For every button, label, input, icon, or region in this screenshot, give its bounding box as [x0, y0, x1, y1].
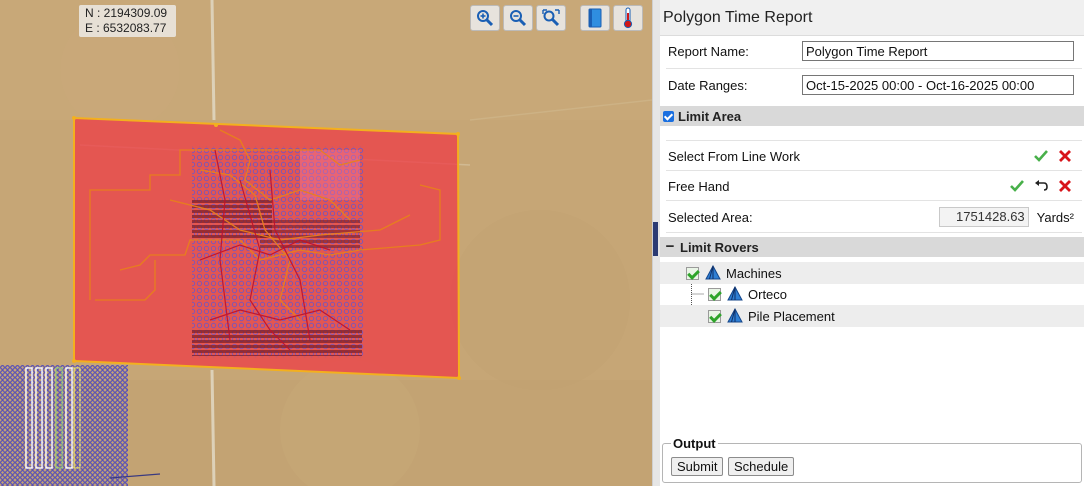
free-hand-clear-button[interactable] [1054, 176, 1076, 196]
selected-area-unit: Yards² [1036, 209, 1074, 225]
output-legend: Output [671, 436, 718, 451]
map-book-button[interactable] [580, 5, 610, 31]
tree-item-label: Pile Placement [748, 308, 835, 324]
coordinate-readout: N : 2194309.09 E : 6532083.77 [79, 5, 176, 37]
thermometer-icon [623, 7, 633, 29]
selected-area-value: 1751428.63 [938, 207, 1029, 227]
zoom-extents-icon [542, 9, 560, 27]
tree-item-machines[interactable]: Machines [660, 262, 1084, 284]
splitter-grip[interactable] [653, 222, 658, 256]
select-line-work-confirm-button[interactable] [1030, 146, 1052, 166]
panel-splitter[interactable] [652, 0, 660, 486]
report-name-input[interactable] [802, 41, 1074, 61]
check-icon [1010, 180, 1024, 192]
select-from-line-work-row: Select From Line Work [668, 142, 1076, 170]
undo-icon [1035, 180, 1048, 191]
limit-area-checkbox[interactable] [663, 110, 674, 122]
limit-area-title: Limit Area [678, 108, 742, 124]
rover-icon [727, 308, 743, 323]
tree-item-orteco[interactable]: Orteco [660, 283, 1084, 305]
orteco-checkbox[interactable] [708, 287, 721, 301]
satellite-map [0, 0, 652, 486]
map-toolbar [470, 5, 646, 31]
pile-placement-checkbox[interactable] [708, 309, 721, 323]
free-hand-confirm-button[interactable] [1006, 176, 1028, 196]
collapse-icon[interactable]: − [660, 237, 680, 257]
tree-item-pile-placement[interactable]: Pile Placement [660, 305, 1084, 327]
tree-item-label: Orteco [748, 286, 788, 302]
selected-area-label: Selected Area: [668, 209, 753, 225]
free-hand-undo-button[interactable] [1030, 176, 1052, 196]
east-coordinate: E : 6532083.77 [85, 21, 167, 35]
limit-rovers-header[interactable]: − Limit Rovers [660, 237, 1084, 257]
date-ranges-label: Date Ranges: [668, 77, 748, 93]
report-name-row: Report Name: [668, 41, 1074, 61]
zoom-in-icon [477, 10, 494, 27]
select-from-line-work-label: Select From Line Work [668, 148, 800, 164]
free-hand-label: Free Hand [668, 178, 730, 194]
zoom-out-button[interactable] [503, 5, 533, 31]
tree-item-label: Machines [726, 265, 782, 281]
limit-rovers-title: Limit Rovers [680, 239, 759, 255]
rover-icon [727, 286, 743, 301]
machines-checkbox[interactable] [686, 266, 699, 280]
date-ranges-row: Date Ranges: [668, 75, 1074, 95]
submit-button[interactable]: Submit [671, 457, 724, 476]
report-name-label: Report Name: [668, 43, 749, 59]
close-icon [1059, 150, 1071, 162]
select-line-work-clear-button[interactable] [1054, 146, 1076, 166]
zoom-out-icon [510, 10, 527, 27]
close-icon [1059, 180, 1071, 192]
date-ranges-input[interactable] [802, 75, 1074, 95]
map-view[interactable]: N : 2194309.09 E : 6532083.77 [0, 0, 652, 486]
report-panel: Polygon Time Report Report Name: Date Ra… [660, 0, 1084, 486]
zoom-extents-button[interactable] [536, 5, 566, 31]
selected-area-row: Selected Area: 1751428.63 Yards² [668, 203, 1076, 231]
limit-area-header[interactable]: Limit Area [660, 106, 1084, 126]
map-book-icon [588, 8, 602, 28]
check-icon [1034, 150, 1048, 162]
free-hand-row: Free Hand [668, 172, 1076, 200]
panel-title: Polygon Time Report [660, 0, 1084, 36]
zoom-in-button[interactable] [470, 5, 500, 31]
output-fieldset: Output Submit Schedule [662, 436, 1082, 483]
machine-group-icon [705, 265, 721, 280]
north-coordinate: N : 2194309.09 [85, 6, 168, 20]
thermometer-button[interactable] [613, 5, 643, 31]
schedule-button[interactable]: Schedule [728, 457, 795, 476]
